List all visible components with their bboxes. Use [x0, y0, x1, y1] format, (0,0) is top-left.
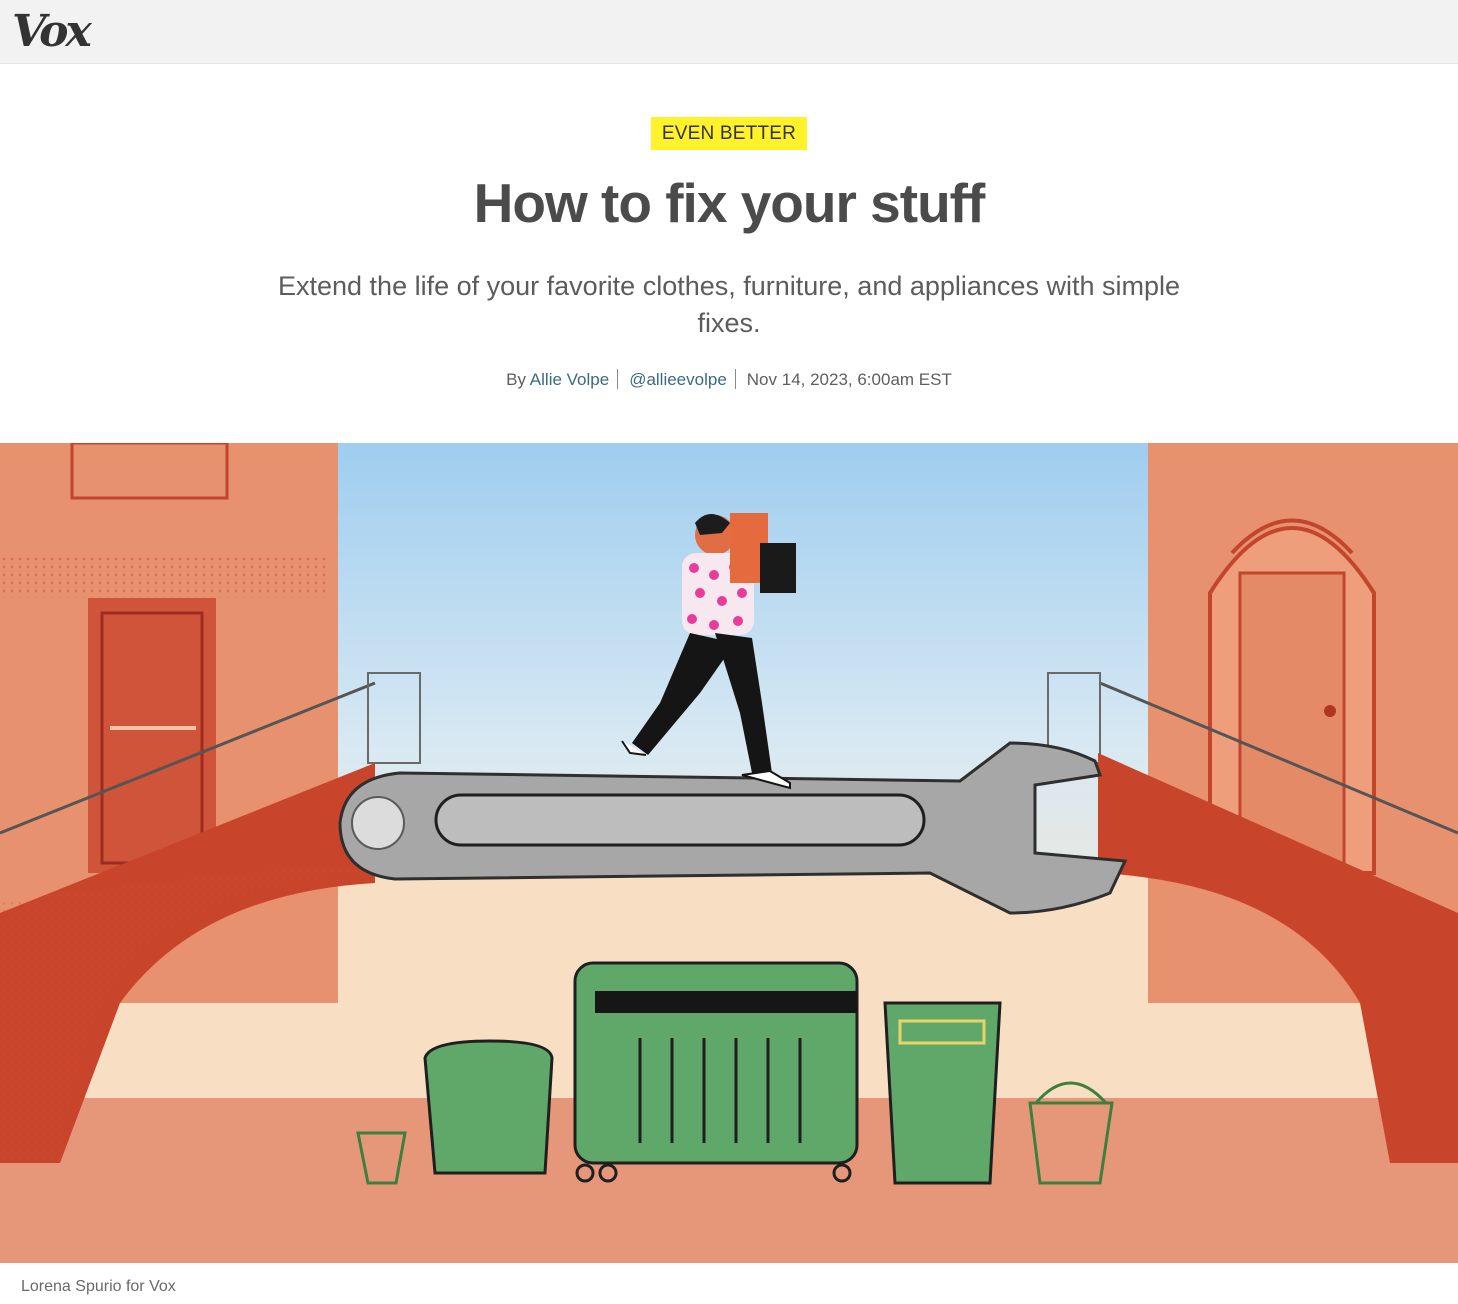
site-header: Vox — [0, 0, 1458, 64]
author-twitter-link[interactable]: @allieevolpe — [629, 370, 727, 389]
image-credit: Lorena Spurio for Vox — [21, 1278, 176, 1295]
section-kicker[interactable]: EVEN BETTER — [651, 117, 807, 150]
vox-logo[interactable]: Vox — [12, 6, 92, 58]
hero-illustration — [0, 443, 1458, 1263]
article-dek: Extend the life of your favorite clothes… — [278, 271, 1180, 338]
article-byline: By Allie Volpe @allieevolpe Nov 14, 2023, … — [0, 368, 1458, 392]
publish-timestamp: Nov 14, 2023, 6:00am EST — [746, 370, 952, 389]
byline-divider — [734, 369, 736, 389]
byline-prefix: By — [506, 370, 526, 389]
article-headline: How to fix your stuff — [473, 172, 986, 234]
byline-divider — [617, 369, 619, 389]
wrench-bridge-illustration — [0, 443, 1458, 1263]
author-link[interactable]: Allie Volpe — [530, 370, 609, 389]
